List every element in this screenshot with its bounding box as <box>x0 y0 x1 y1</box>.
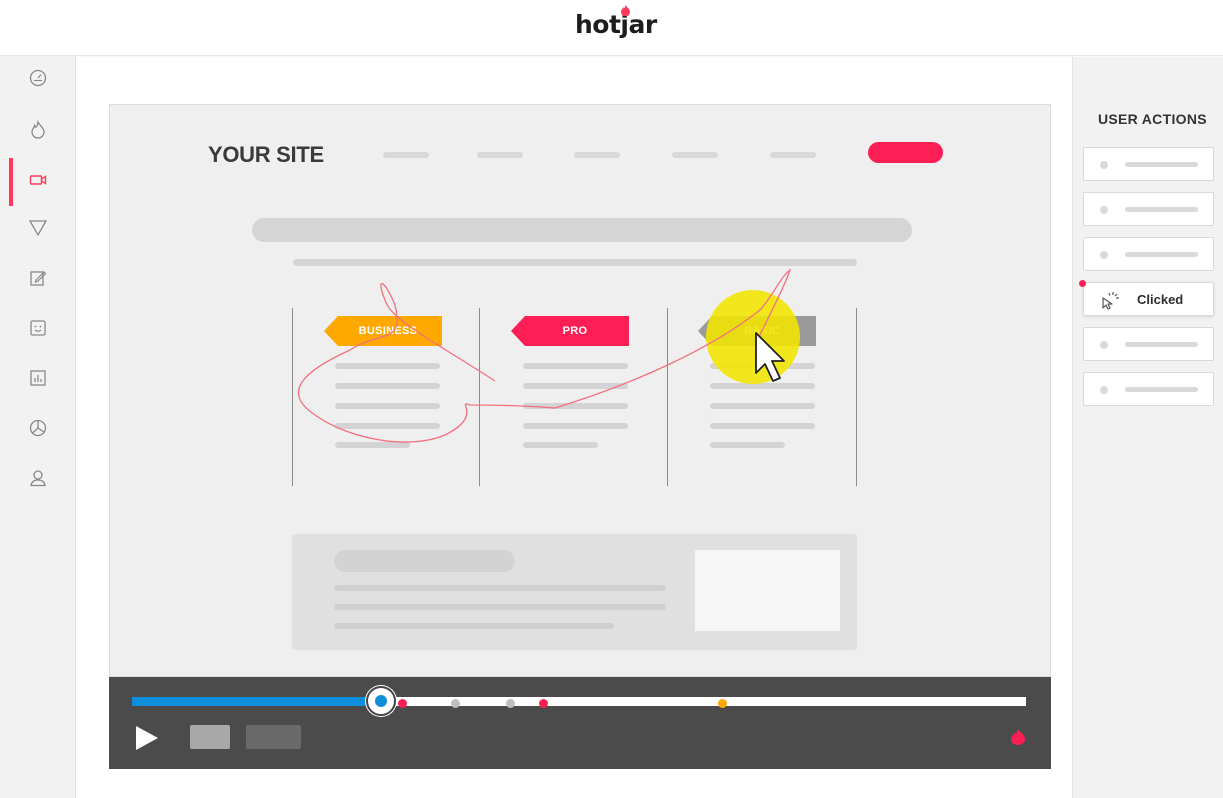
action-item[interactable] <box>1083 237 1214 271</box>
recording-player <box>109 677 1051 769</box>
action-item-clicked[interactable]: Clicked <box>1083 282 1214 316</box>
timeline-event-marker[interactable] <box>539 699 548 708</box>
sidebar-item-funnels[interactable] <box>0 206 76 250</box>
playback-scrubber-handle[interactable] <box>366 686 396 716</box>
timeline-event-marker[interactable] <box>398 699 407 708</box>
sidebar-item-surveys[interactable] <box>0 406 76 450</box>
action-dot <box>1100 341 1108 349</box>
video-camera-icon <box>29 175 47 185</box>
action-dot <box>1100 161 1108 169</box>
action-dot <box>1100 386 1108 394</box>
current-action-indicator <box>1079 280 1086 287</box>
speed-control-button[interactable] <box>190 725 230 749</box>
playback-timeline[interactable] <box>132 697 1026 706</box>
playback-progress <box>132 697 383 706</box>
click-cursor-icon <box>1102 292 1119 310</box>
user-actions-panel: USER ACTIONS Clicked <box>1072 57 1223 798</box>
sidebar-item-dashboard[interactable] <box>0 56 76 100</box>
play-button[interactable] <box>136 726 158 750</box>
action-dot <box>1100 251 1108 259</box>
mouse-trail-overlay <box>297 268 800 443</box>
sidebar-item-heatmaps[interactable] <box>0 108 76 152</box>
flame-icon <box>621 5 630 16</box>
action-text-placeholder <box>1125 162 1198 167</box>
hotjar-logo[interactable]: hotjar <box>575 10 657 39</box>
action-item[interactable] <box>1083 372 1214 406</box>
top-bar: hotjar <box>0 0 1223 56</box>
action-item[interactable] <box>1083 327 1214 361</box>
sidebar-item-recordings[interactable] <box>0 158 76 206</box>
action-item[interactable] <box>1083 147 1214 181</box>
action-text-placeholder <box>1125 342 1198 347</box>
bar-chart-icon <box>30 370 46 386</box>
heatmap-flame-icon[interactable] <box>1011 729 1025 745</box>
funnel-icon <box>28 220 48 237</box>
sidebar-item-feedback[interactable] <box>0 306 76 350</box>
action-text-placeholder <box>1125 252 1198 257</box>
sidebar-item-recruiters[interactable] <box>0 456 76 500</box>
action-text-placeholder <box>1125 387 1198 392</box>
sidebar-item-polls[interactable] <box>0 356 76 400</box>
panel-title: USER ACTIONS <box>1098 111 1207 127</box>
edit-icon <box>30 271 47 286</box>
site-recording-preview: YOUR SITE BUSINESS PRO BASIC <box>109 104 1051 677</box>
left-sidebar <box>0 56 76 798</box>
timeline-event-marker[interactable] <box>718 699 727 708</box>
sidebar-item-forms[interactable] <box>0 256 76 300</box>
timeline-event-marker[interactable] <box>506 699 515 708</box>
action-text-placeholder <box>1125 207 1198 212</box>
pie-chart-icon <box>29 419 47 437</box>
gauge-icon <box>29 69 47 87</box>
skip-control-button[interactable] <box>246 725 301 749</box>
action-label: Clicked <box>1137 292 1184 307</box>
smiley-icon <box>30 320 46 336</box>
user-icon <box>30 470 46 487</box>
flame-icon <box>31 120 45 139</box>
timeline-event-marker[interactable] <box>451 699 460 708</box>
action-item[interactable] <box>1083 192 1214 226</box>
action-dot <box>1100 206 1108 214</box>
